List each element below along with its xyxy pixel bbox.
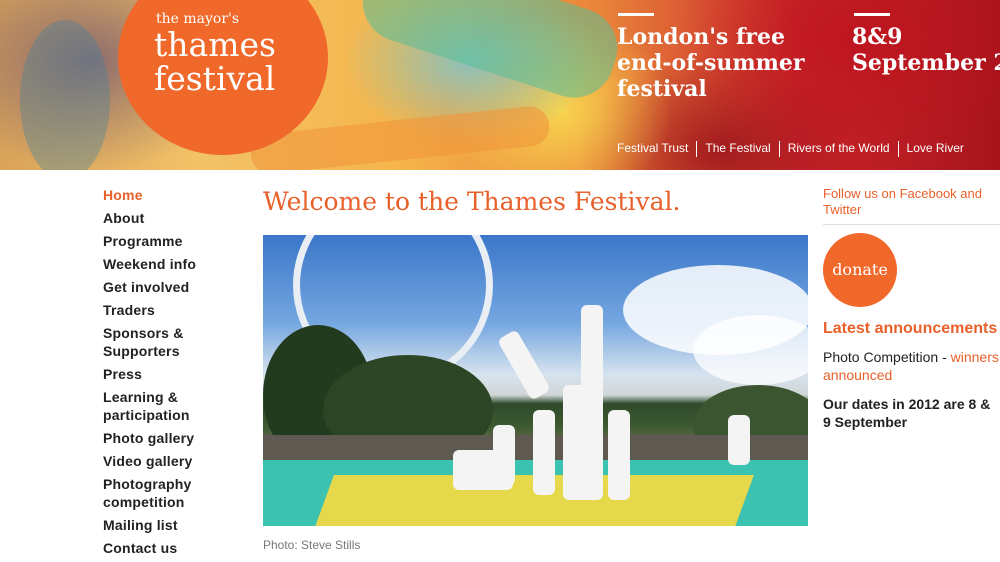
photo-performer [533,410,555,495]
sidebar-item-mailing-list[interactable]: Mailing list [103,516,223,534]
photo-cloud [693,315,808,385]
divider [823,224,1000,225]
topnav-the-festival[interactable]: The Festival [696,141,778,157]
sidebar-item-home[interactable]: Home [103,186,223,204]
sidebar-item-weekend-info[interactable]: Weekend info [103,255,223,273]
tagline-line-1: London's free [617,24,786,50]
logo-title[interactable]: thames festival [154,28,276,96]
topnav-rivers-of-the-world[interactable]: Rivers of the World [778,141,898,157]
topnav-festival-trust[interactable]: Festival Trust [609,141,696,157]
donate-button[interactable]: donate [823,233,897,307]
tagline-rule [618,13,654,16]
sidebar-item-photography-competition[interactable]: Photography competition [103,475,223,511]
dates-rule [854,13,890,16]
photo-performer [608,410,630,500]
topnav-love-river[interactable]: Love River [897,141,972,157]
tagline: London's free end-of-summer festival [617,24,805,102]
tagline-line-2: end-of-summer [617,50,805,76]
sidebar-navigation: Home About Programme Weekend info Get in… [103,186,223,562]
dates-line-1: 8&9 [852,24,903,50]
sidebar-item-press[interactable]: Press [103,365,223,383]
announcement-item: Our dates in 2012 are 8 & 9 September [823,396,991,430]
sidebar-item-programme[interactable]: Programme [103,232,223,250]
announcement-item: Photo Competition - winners announced [823,348,1000,384]
sidebar-item-traders[interactable]: Traders [103,301,223,319]
tagline-line-3: festival [617,76,707,102]
logo-line-1: thames [154,25,276,64]
festival-dates: 8&9 September 20 [852,24,1000,76]
sidebar-item-learning[interactable]: Learning & participation [103,388,223,424]
photo-caption: Photo: Steve Stills [263,538,361,552]
banner-art [20,20,110,170]
photo-performer [563,385,603,500]
banner-art [352,0,628,108]
sidebar-item-sponsors[interactable]: Sponsors & Supporters [103,324,223,360]
logo-line-2: festival [154,59,276,98]
sidebar-item-photo-gallery[interactable]: Photo gallery [103,429,223,447]
photo-performer [728,415,750,465]
header-banner: the mayor's thames festival London's fre… [0,0,1000,170]
sidebar-item-get-involved[interactable]: Get involved [103,278,223,296]
top-navigation: Festival Trust The Festival Rivers of th… [609,141,972,157]
page-title: Welcome to the Thames Festival. [263,187,681,216]
follow-us-link[interactable]: Follow us on Facebook and Twitter [823,186,993,218]
dates-line-2: September 20 [852,50,1000,76]
sidebar-item-contact-us[interactable]: Contact us [103,539,223,557]
hero-photo [263,235,808,526]
sidebar-item-about[interactable]: About [103,209,223,227]
sidebar-item-video-gallery[interactable]: Video gallery [103,452,223,470]
announcements-heading: Latest announcements [823,320,998,337]
announcement-text: Photo Competition - [823,349,951,365]
photo-performer [496,329,552,401]
photo-performer [453,450,513,490]
